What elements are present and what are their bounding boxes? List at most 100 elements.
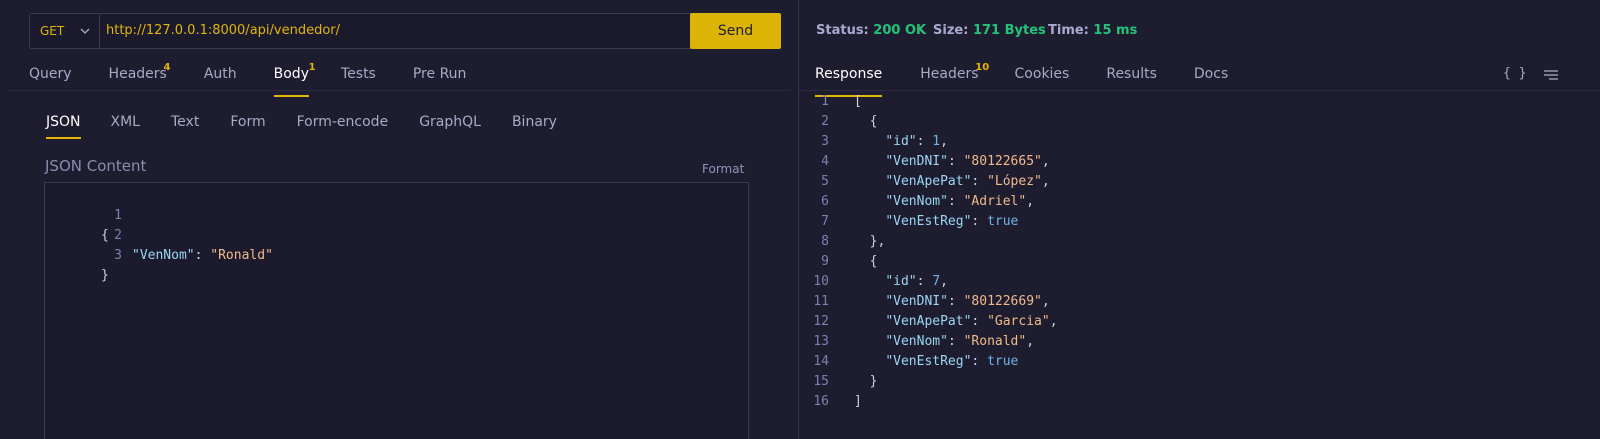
json-value: true: [987, 354, 1019, 369]
code-text: ]: [854, 394, 862, 409]
line-number: 16: [813, 394, 829, 409]
line-number: 15: [813, 374, 829, 389]
json-key: "VenNom": [885, 334, 948, 349]
editor-line: 1 {: [45, 186, 122, 243]
line-number: 13: [813, 334, 829, 349]
request-panel: GET http://127.0.0.1:8000/api/vendedor/ …: [0, 0, 798, 439]
code-text: }: [101, 268, 109, 283]
line-number: 4: [821, 154, 829, 169]
json-key: "id": [885, 134, 917, 149]
line-number: 2: [114, 228, 122, 243]
json-key: "VenApePat": [885, 314, 972, 329]
json-body-editor[interactable]: 1 { 2 "VenNom": "Ronald" 3 }: [44, 182, 749, 439]
size-label: Size:: [933, 23, 969, 38]
line-number: 2: [821, 114, 829, 129]
json-key: "VenDNI": [885, 294, 948, 309]
json-content-label: JSON Content: [45, 157, 147, 175]
body-tab-graphql[interactable]: GraphQL: [419, 114, 481, 130]
tab-results[interactable]: Results: [1106, 66, 1157, 88]
code-text: {: [869, 114, 878, 129]
json-value: true: [987, 214, 1019, 229]
response-viewer: 1[2{3 "id": 1, 4 "VenDNI": "80122665", 5 "Ven…: [799, 92, 1600, 432]
tab-badge: 1: [308, 62, 316, 73]
size-value: 171 Bytes: [972, 23, 1046, 38]
body-tab-binary[interactable]: Binary: [512, 114, 557, 130]
json-value: "López": [987, 174, 1042, 189]
json-value: "80122665": [963, 154, 1042, 169]
body-tab-form[interactable]: Form: [230, 114, 265, 130]
tab-label: Auth: [203, 66, 237, 82]
time-info: Time: 15 ms: [1048, 23, 1137, 38]
method-select[interactable]: GET: [30, 14, 100, 48]
tab-query[interactable]: Query: [29, 66, 72, 88]
code-text: },: [869, 234, 886, 249]
url-bar: GET http://127.0.0.1:8000/api/vendedor/ …: [29, 13, 781, 49]
body-tab-text[interactable]: Text: [171, 114, 199, 130]
line-number: 8: [821, 234, 829, 249]
code-text: }: [869, 374, 878, 389]
tab-label: Docs: [1193, 66, 1229, 82]
tab-cookies[interactable]: Cookies: [1015, 66, 1070, 88]
tab-label: Headers: [920, 66, 979, 82]
line-number: 6: [821, 194, 829, 209]
json-value: 7: [932, 274, 941, 289]
tab-label: Query: [29, 66, 72, 82]
size-info: Size: 171 Bytes: [933, 23, 1046, 38]
tab-headers[interactable]: Headers 4: [108, 62, 171, 88]
time-label: Time:: [1048, 23, 1089, 38]
tab-docs[interactable]: Docs: [1194, 66, 1228, 88]
line-number: 14: [813, 354, 829, 369]
tab-badge: 4: [163, 62, 171, 73]
code-text: {: [869, 254, 878, 269]
json-sep: :: [194, 248, 211, 263]
line-number: 7: [821, 214, 829, 229]
response-tabs: Response Headers 10 Cookies Results Docs: [815, 62, 1228, 97]
json-key: "VenEstReg": [885, 354, 972, 369]
json-value: "Ronald": [210, 248, 273, 263]
json-key: "VenNom": [885, 194, 948, 209]
line-number: 3: [821, 134, 829, 149]
line-number: 9: [821, 254, 829, 269]
json-key: "id": [885, 274, 917, 289]
tab-label: Tests: [340, 66, 376, 82]
editor-line: 2 "VenNom": "Ronald": [45, 206, 273, 263]
tab-badge: 10: [975, 62, 990, 73]
json-value: "Adriel": [963, 194, 1027, 209]
status-label: Status:: [816, 23, 869, 38]
json-value: "80122669": [963, 294, 1042, 309]
tab-label: Headers: [108, 66, 167, 82]
response-panel: Status: 200 OK Size: 171 Bytes Time: 15 …: [799, 0, 1600, 439]
tab-label: Body: [273, 66, 309, 82]
tab-label: Cookies: [1014, 66, 1070, 82]
tab-divider: [799, 90, 1600, 91]
body-tab-xml[interactable]: XML: [111, 114, 140, 130]
tab-auth[interactable]: Auth: [204, 66, 237, 88]
menu-icon[interactable]: [1543, 68, 1559, 82]
tab-label: Pre Run: [412, 66, 467, 82]
json-value: "Ronald": [963, 334, 1027, 349]
tab-body[interactable]: Body 1: [273, 62, 316, 97]
json-key: "VenNom": [132, 248, 195, 263]
editor-line: 3 }: [45, 226, 122, 283]
tab-tests[interactable]: Tests: [341, 66, 376, 88]
format-button[interactable]: Format: [702, 162, 744, 176]
line-number: 1: [821, 94, 829, 109]
line-number: 5: [821, 174, 829, 189]
tab-label: Results: [1106, 66, 1157, 82]
json-key: "VenEstReg": [885, 214, 972, 229]
body-tab-form-encode[interactable]: Form-encode: [297, 114, 389, 130]
tab-pre-run[interactable]: Pre Run: [413, 66, 467, 88]
json-key: "VenDNI": [885, 154, 948, 169]
tab-response[interactable]: Response: [815, 66, 883, 97]
braces-icon[interactable]: { }: [1503, 66, 1526, 81]
line-number: 1: [114, 208, 122, 223]
method-label: GET: [40, 24, 65, 38]
status-info: Status: 200 OK: [816, 23, 926, 38]
request-tabs: Query Headers 4 Auth Body 1 Tests Pre Run: [29, 62, 467, 97]
tab-response-headers[interactable]: Headers 10: [920, 62, 989, 88]
body-tab-json[interactable]: JSON: [46, 114, 81, 139]
url-input[interactable]: http://127.0.0.1:8000/api/vendedor/: [106, 14, 340, 48]
json-value: 1: [932, 134, 941, 149]
send-button[interactable]: Send: [690, 13, 781, 49]
tab-divider: [8, 90, 790, 91]
